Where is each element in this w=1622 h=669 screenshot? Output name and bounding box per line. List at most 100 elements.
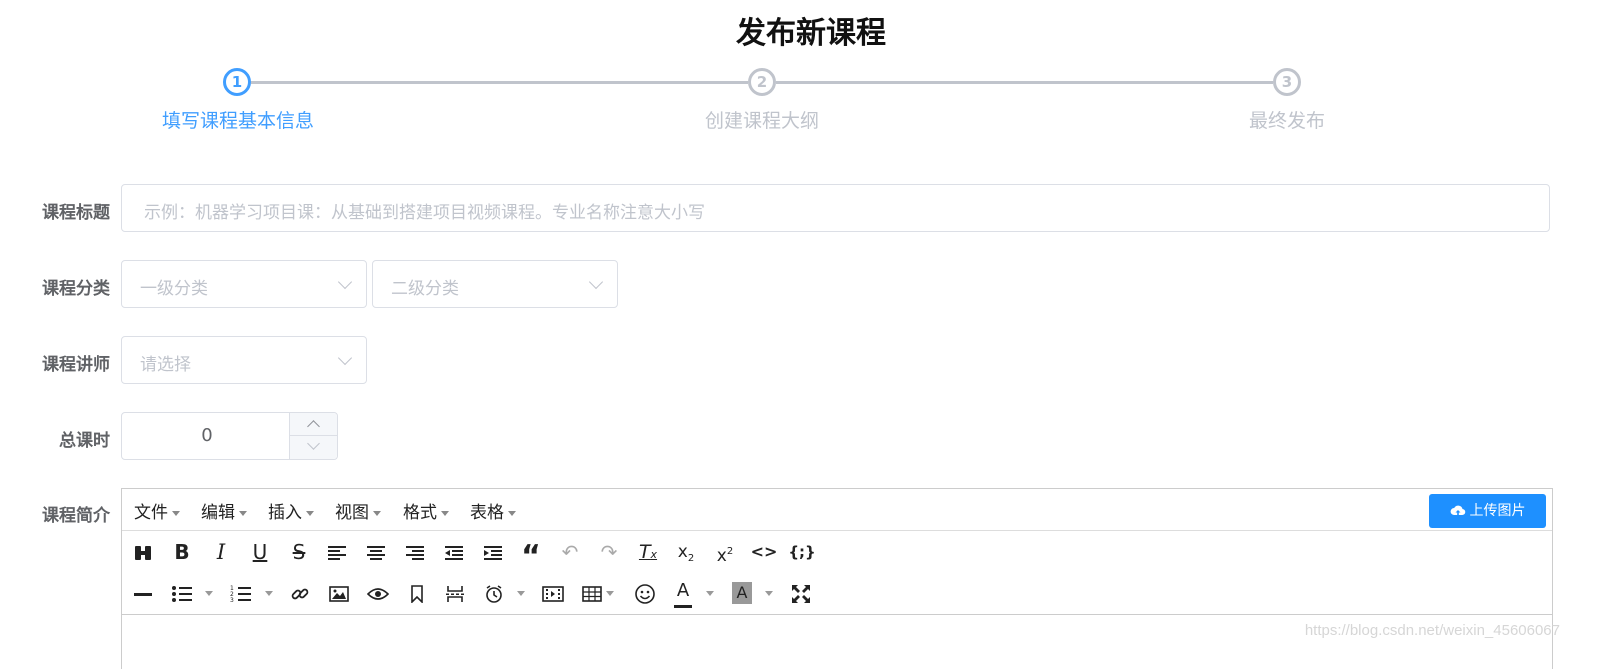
svg-text:3: 3	[230, 597, 234, 603]
category-level1-select[interactable]: 一级分类	[121, 260, 367, 308]
align-left-icon[interactable]	[321, 536, 353, 568]
datetime-dropdown-icon[interactable]	[517, 591, 525, 596]
step-line-1	[251, 81, 748, 84]
underline-icon[interactable]: U	[244, 536, 276, 568]
caret-down-icon	[508, 510, 516, 516]
find-replace-icon[interactable]	[127, 536, 159, 568]
caret-down-icon	[373, 510, 381, 516]
step-2-circle[interactable]: 2	[748, 68, 776, 96]
redo-icon[interactable]: ↷	[593, 536, 625, 568]
course-title-placeholder: 示例：机器学习项目课：从基础到搭建项目视频课程。专业名称注意大小写	[144, 203, 705, 223]
italic-icon[interactable]: I	[205, 536, 237, 568]
menu-file-label: 文件	[134, 503, 168, 523]
teacher-select[interactable]: 请选择	[121, 336, 367, 384]
course-title-label: 课程标题	[42, 203, 110, 223]
subscript-icon[interactable]: x2	[670, 536, 702, 568]
upload-image-button[interactable]: 上传图片	[1429, 494, 1546, 528]
teacher-placeholder: 请选择	[140, 355, 191, 375]
background-color-icon[interactable]: A	[726, 577, 758, 609]
strikethrough-icon[interactable]: S	[283, 536, 315, 568]
editor-toolbar-row-2: 123 A A	[122, 573, 1552, 613]
background-color-dropdown-icon[interactable]	[765, 591, 773, 596]
menu-edit[interactable]: 编辑	[201, 498, 247, 523]
caret-down-icon	[239, 510, 247, 516]
menu-table[interactable]: 表格	[470, 498, 516, 523]
category-level2-placeholder: 二级分类	[391, 279, 459, 299]
rich-text-editor[interactable]: 文件 编辑 插入 视图 格式 表格 上传图片 B I U S “ ↶ ↷ Tx …	[121, 488, 1553, 669]
chevron-down-icon	[337, 274, 353, 290]
step-3-circle[interactable]: 3	[1273, 68, 1301, 96]
horizontal-rule-icon[interactable]	[127, 577, 159, 609]
lesson-num-label: 总课时	[59, 431, 110, 451]
step-3-label[interactable]: 最终发布	[1167, 106, 1407, 133]
menu-view[interactable]: 视图	[335, 498, 381, 523]
upload-image-label: 上传图片	[1469, 503, 1526, 519]
remove-format-icon[interactable]: Tx	[632, 536, 664, 568]
bookmark-anchor-icon[interactable]	[401, 577, 433, 609]
course-teacher-label: 课程讲师	[42, 355, 110, 375]
code-icon[interactable]: <>	[748, 536, 780, 568]
table-icon[interactable]	[576, 577, 608, 609]
chevron-down-icon	[307, 437, 320, 450]
chevron-down-icon	[588, 274, 604, 290]
menu-file[interactable]: 文件	[134, 498, 180, 523]
increase-button[interactable]	[290, 413, 337, 436]
preview-eye-icon[interactable]	[362, 577, 394, 609]
steps-bar: 1 2 3 填写课程基本信息 创建课程大纲 最终发布	[0, 68, 1622, 138]
code-sample-icon[interactable]: {;}	[786, 536, 818, 568]
menu-insert[interactable]: 插入	[268, 498, 314, 523]
bullet-list-icon[interactable]	[166, 577, 198, 609]
numbered-list-dropdown-icon[interactable]	[265, 591, 273, 596]
emoticons-icon[interactable]	[629, 577, 661, 609]
step-1-circle[interactable]: 1	[223, 68, 251, 96]
superscript-icon[interactable]: x2	[709, 536, 741, 568]
menu-view-label: 视图	[335, 503, 369, 523]
text-color-dropdown-icon[interactable]	[706, 591, 714, 596]
text-color-icon[interactable]: A	[667, 577, 699, 609]
course-title-input[interactable]: 示例：机器学习项目课：从基础到搭建项目视频课程。专业名称注意大小写	[121, 184, 1550, 232]
fullscreen-icon[interactable]	[785, 577, 817, 609]
indent-icon[interactable]	[477, 536, 509, 568]
editor-toolbar-row-1: B I U S “ ↶ ↷ Tx x2 x2 <> {;}	[122, 532, 1552, 574]
undo-icon[interactable]: ↶	[554, 536, 586, 568]
outdent-icon[interactable]	[438, 536, 470, 568]
step-1-label[interactable]: 填写课程基本信息	[118, 106, 358, 133]
blockquote-icon[interactable]: “	[515, 536, 547, 574]
course-category-label: 课程分类	[42, 279, 110, 299]
decrease-button[interactable]	[290, 436, 337, 459]
caret-down-icon	[306, 510, 314, 516]
caret-down-icon	[172, 510, 180, 516]
lesson-num-value[interactable]: 0	[122, 413, 292, 459]
course-description-label: 课程简介	[42, 506, 110, 526]
clock-datetime-icon[interactable]	[478, 577, 510, 609]
link-icon[interactable]	[284, 577, 316, 609]
lesson-num-stepper	[289, 413, 337, 459]
bold-icon[interactable]: B	[166, 536, 198, 568]
cloud-upload-icon	[1450, 505, 1465, 516]
table-dropdown-icon[interactable]	[606, 591, 614, 596]
chevron-up-icon	[307, 420, 320, 433]
chevron-down-icon	[337, 350, 353, 366]
media-icon[interactable]	[537, 577, 569, 609]
category-level2-select[interactable]: 二级分类	[372, 260, 618, 308]
menu-table-label: 表格	[470, 503, 504, 523]
editor-menubar: 文件 编辑 插入 视图 格式 表格 上传图片	[122, 489, 1552, 531]
menu-edit-label: 编辑	[201, 503, 235, 523]
editor-content-divider	[122, 614, 1552, 615]
step-2-label[interactable]: 创建课程大纲	[642, 106, 882, 133]
bullet-list-dropdown-icon[interactable]	[205, 591, 213, 596]
align-center-icon[interactable]	[360, 536, 392, 568]
watermark: https://blog.csdn.net/weixin_45606067	[1304, 622, 1560, 639]
menu-format[interactable]: 格式	[403, 498, 449, 523]
caret-down-icon	[441, 510, 449, 516]
step-line-2	[776, 81, 1273, 84]
align-right-icon[interactable]	[399, 536, 431, 568]
page-break-icon[interactable]	[439, 577, 471, 609]
numbered-list-icon[interactable]: 123	[225, 577, 257, 609]
image-icon[interactable]	[323, 577, 355, 609]
page-title: 发布新课程	[736, 16, 886, 51]
menu-format-label: 格式	[403, 503, 437, 523]
category-level1-placeholder: 一级分类	[140, 279, 208, 299]
menu-insert-label: 插入	[268, 503, 302, 523]
lesson-num-input[interactable]: 0	[121, 412, 338, 460]
